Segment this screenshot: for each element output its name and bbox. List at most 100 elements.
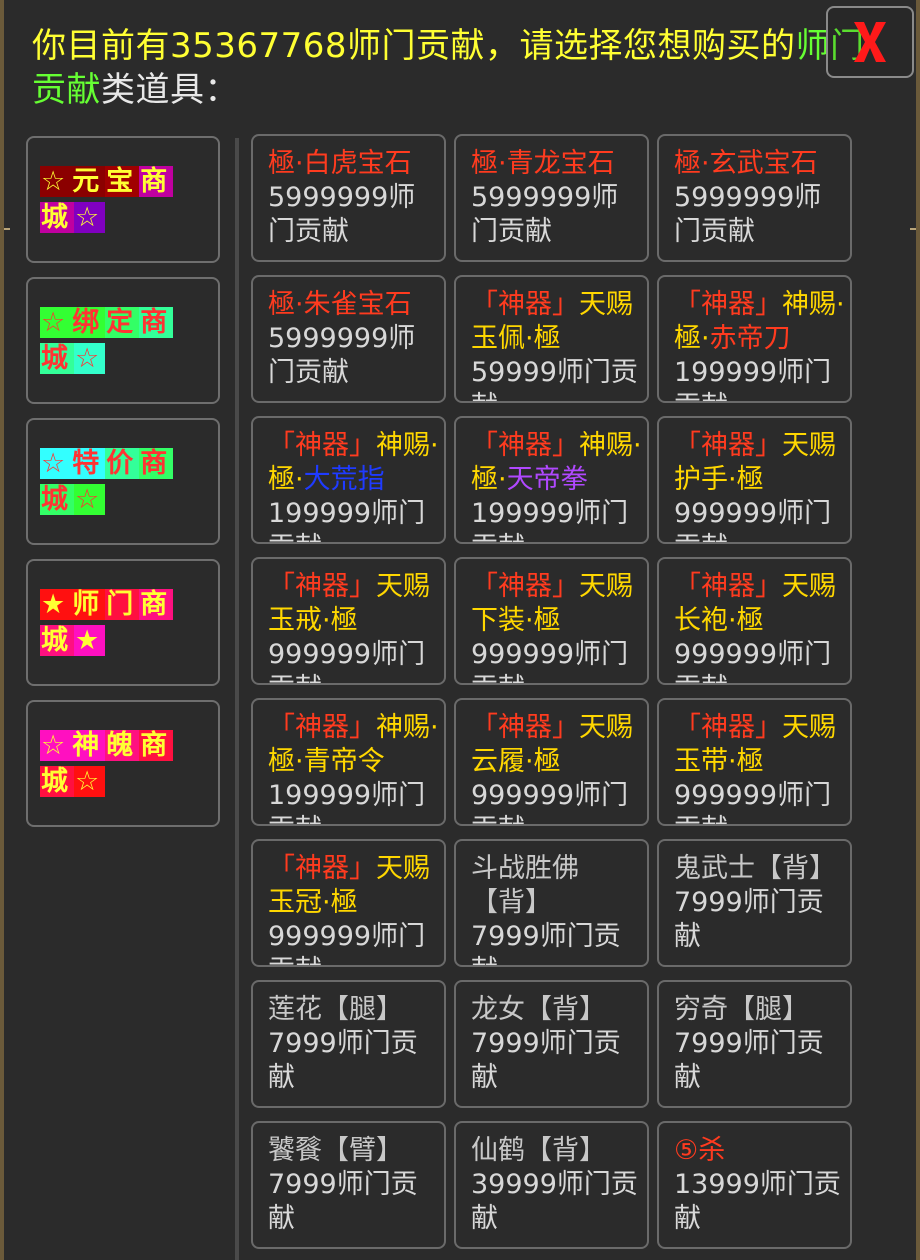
shop-item-text: 「神器」神赐·極·大荒指199999师门贡献	[268, 429, 440, 542]
sidebar-item-label: ☆元宝商城☆	[40, 166, 174, 233]
sidebar-item-3[interactable]: ★师门商城★	[26, 559, 220, 686]
item-price: 199999师门贡献	[268, 498, 426, 542]
shop-item[interactable]: 莲花【腿】 7999师门贡献	[251, 980, 446, 1108]
shop-item[interactable]: 饕餮【臂】 7999师门贡献	[251, 1121, 446, 1249]
shop-item[interactable]: 「神器」神赐·極·赤帝刀199999师门贡献	[657, 275, 852, 403]
shop-item[interactable]: 極·朱雀宝石 5999999师门贡献	[251, 275, 446, 403]
shop-item-text: 龙女【背】 7999师门贡献	[471, 993, 643, 1095]
close-button[interactable]: X	[826, 6, 914, 78]
shop-item[interactable]: 龙女【背】 7999师门贡献	[454, 980, 649, 1108]
shop-item[interactable]: 斗战胜佛【背】7999师门贡献	[454, 839, 649, 967]
prompt-text: 你目前有35367768师门贡献，请选择您想购买的师门 贡献类道具：	[32, 24, 872, 112]
shop-item[interactable]: 「神器」天赐云履·極999999师门贡献	[454, 698, 649, 826]
shop-item-text: 「神器」神赐·極·赤帝刀199999师门贡献	[674, 288, 846, 401]
item-price: 7999师门贡献	[471, 1028, 621, 1093]
shop-item[interactable]: 「神器」天赐护手·極999999师门贡献	[657, 416, 852, 544]
shop-item-text: 莲花【腿】 7999师门贡献	[268, 993, 440, 1095]
item-name: 「神器」天赐玉佩·極	[471, 289, 633, 354]
item-price: 199999师门贡献	[674, 357, 832, 401]
shop-item-text: 極·玄武宝石 5999999师门贡献	[674, 147, 846, 249]
item-price: 999999师门贡献	[471, 780, 629, 824]
item-price: 999999师门贡献	[674, 780, 832, 824]
dialog-frame: 你目前有35367768师门贡献，请选择您想购买的师门贡献类道具： X ☆元宝商…	[0, 0, 920, 1260]
item-price: 199999师门贡献	[471, 498, 629, 542]
frame-ornament-right	[910, 228, 916, 230]
item-price: 5999999师门贡献	[471, 182, 619, 247]
shop-item[interactable]: 「神器」天赐玉冠·極999999师门贡献	[251, 839, 446, 967]
item-name: 極·朱雀宝石	[268, 289, 412, 320]
item-price: 7999师门贡献	[674, 887, 824, 952]
column-divider	[235, 138, 239, 1260]
item-price: 999999师门贡献	[471, 639, 629, 683]
shop-item[interactable]: 「神器」天赐长袍·極999999师门贡献	[657, 557, 852, 685]
shop-item-text: 穷奇【腿】 7999师门贡献	[674, 993, 846, 1095]
shop-item[interactable]: 穷奇【腿】 7999师门贡献	[657, 980, 852, 1108]
shop-item[interactable]: 鬼武士【背】 7999师门贡献	[657, 839, 852, 967]
shop-item-text: 「神器」天赐云履·極999999师门贡献	[471, 711, 643, 824]
shop-item[interactable]: 極·青龙宝石 5999999师门贡献	[454, 134, 649, 262]
shop-item-text: 極·朱雀宝石 5999999师门贡献	[268, 288, 440, 390]
item-price: 999999师门贡献	[268, 921, 426, 965]
frame-ornament-left	[4, 228, 10, 230]
shop-item-text: 「神器」天赐下装·極999999师门贡献	[471, 570, 643, 683]
shop-item[interactable]: 極·玄武宝石 5999999师门贡献	[657, 134, 852, 262]
item-name: 「神器」神赐·極·大荒指	[268, 430, 439, 495]
shop-item-text: 「神器」神赐·極·天帝拳199999师门贡献	[471, 429, 643, 542]
shop-item-text: 斗战胜佛【背】7999师门贡献	[471, 852, 643, 965]
item-price: 5999999师门贡献	[674, 182, 822, 247]
item-price: 999999师门贡献	[674, 498, 832, 542]
item-name: 極·青龙宝石	[471, 148, 615, 179]
shop-item[interactable]: 「神器」天赐玉戒·極999999师门贡献	[251, 557, 446, 685]
item-name: 鬼武士【背】	[674, 853, 836, 884]
shop-item[interactable]: 「神器」神赐·極·天帝拳199999师门贡献	[454, 416, 649, 544]
sidebar-item-label: ☆神魄商城☆	[40, 730, 174, 797]
item-price: 199999师门贡献	[268, 780, 426, 824]
item-price: 5999999师门贡献	[268, 182, 416, 247]
item-price: 7999师门贡献	[674, 1028, 824, 1093]
item-name: 「神器」天赐护手·極	[674, 430, 836, 495]
item-name: 「神器」天赐云履·極	[471, 712, 633, 777]
sidebar-item-label: ☆绑定商城☆	[40, 307, 174, 374]
shop-item-text: 極·白虎宝石 5999999师门贡献	[268, 147, 440, 249]
shop-item-text: ⑤杀 13999师门贡献	[674, 1134, 846, 1236]
shop-item-text: 「神器」天赐玉戒·極999999师门贡献	[268, 570, 440, 683]
sidebar-item-2[interactable]: ☆特价商城☆	[26, 418, 220, 545]
shop-item[interactable]: ⑤杀 13999师门贡献	[657, 1121, 852, 1249]
sidebar-item-1[interactable]: ☆绑定商城☆	[26, 277, 220, 404]
shop-item-text: 仙鹤【背】 39999师门贡献	[471, 1134, 643, 1236]
prompt-highlight-2: 贡献	[32, 70, 101, 110]
shop-item[interactable]: 「神器」天赐玉佩·極59999师门贡献	[454, 275, 649, 403]
item-name: ⑤杀	[674, 1135, 726, 1166]
shop-item[interactable]: 「神器」神赐·極·大荒指199999师门贡献	[251, 416, 446, 544]
item-name: 「神器」天赐玉带·極	[674, 712, 836, 777]
prompt-part3: 类道具：	[101, 70, 239, 110]
shop-item[interactable]: 仙鹤【背】 39999师门贡献	[454, 1121, 649, 1249]
prompt-part1: 你目前有35367768师门贡献，请选择您想购买的	[32, 26, 796, 66]
item-price: 5999999师门贡献	[268, 323, 416, 388]
shop-item-text: 饕餮【臂】 7999师门贡献	[268, 1134, 440, 1236]
item-name: 極·玄武宝石	[674, 148, 818, 179]
shop-item[interactable]: 「神器」天赐玉带·極999999师门贡献	[657, 698, 852, 826]
item-price: 7999师门贡献	[268, 1028, 418, 1093]
shop-item-text: 「神器」天赐玉冠·極999999师门贡献	[268, 852, 440, 965]
item-name: 「神器」天赐玉戒·極	[268, 571, 430, 636]
item-price: 7999师门贡献	[268, 1169, 418, 1234]
shop-item-text: 「神器」天赐长袍·極999999师门贡献	[674, 570, 846, 683]
shop-item-text: 「神器」天赐护手·極999999师门贡献	[674, 429, 846, 542]
item-name: 莲花【腿】	[268, 994, 403, 1025]
item-name: 斗战胜佛【背】	[471, 853, 579, 918]
item-price: 7999师门贡献	[471, 921, 621, 965]
item-name: 穷奇【腿】	[674, 994, 809, 1025]
shop-item[interactable]: 「神器」天赐下装·極999999师门贡献	[454, 557, 649, 685]
item-name: 「神器」神赐·極·赤帝刀	[674, 289, 845, 354]
shop-item[interactable]: 「神器」神赐·極·青帝令199999师门贡献	[251, 698, 446, 826]
item-price: 39999师门贡献	[471, 1169, 638, 1234]
sidebar-item-0[interactable]: ☆元宝商城☆	[26, 136, 220, 263]
item-price: 13999师门贡献	[674, 1169, 841, 1234]
shop-item[interactable]: 極·白虎宝石 5999999师门贡献	[251, 134, 446, 262]
item-name: 「神器」神赐·極·天帝拳	[471, 430, 642, 495]
sidebar-item-4[interactable]: ☆神魄商城☆	[26, 700, 220, 827]
shop-item-text: 「神器」天赐玉带·極999999师门贡献	[674, 711, 846, 824]
close-icon: X	[854, 22, 886, 62]
item-name: 仙鹤【背】	[471, 1135, 606, 1166]
